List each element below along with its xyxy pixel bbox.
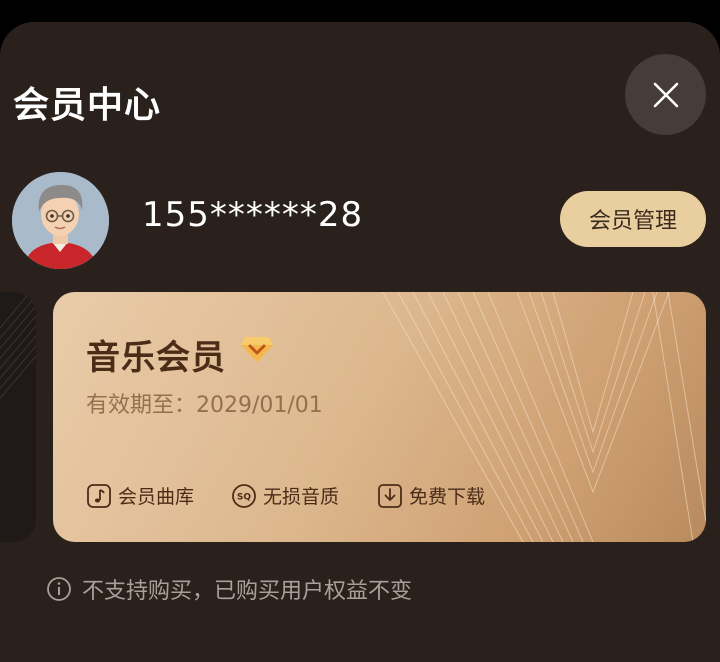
avatar[interactable] [12, 172, 109, 269]
perk-lossless-quality[interactable]: SQ 无损音质 [231, 482, 339, 509]
perk-label: 免费下载 [409, 486, 486, 508]
close-button[interactable] [625, 54, 706, 135]
close-icon [653, 82, 678, 107]
vip-diamond-icon [241, 337, 273, 362]
page-title: 会员中心 [13, 85, 162, 126]
validity-date: 有效期至：2029/01/01 [86, 393, 323, 418]
member-center-sheet: 会员中心 155******28 会员管理 音乐会员 有效期至：2029/01/… [0, 22, 720, 662]
perk-member-library[interactable]: 会员曲库 [86, 482, 194, 509]
svg-text:SQ: SQ [237, 492, 251, 502]
perk-free-download[interactable]: 免费下载 [377, 482, 485, 509]
previous-card-peek[interactable] [0, 292, 36, 542]
download-icon [378, 483, 402, 508]
username: 155******28 [142, 195, 364, 235]
sq-icon: SQ [232, 483, 256, 508]
perk-label: 无损音质 [263, 486, 340, 508]
perk-label: 会员曲库 [118, 486, 195, 508]
purchase-notice: 不支持购买，已购买用户权益不变 [46, 573, 412, 605]
member-manage-button[interactable]: 会员管理 [560, 191, 706, 247]
music-note-icon [87, 483, 111, 508]
info-icon [47, 577, 71, 601]
membership-card[interactable]: 音乐会员 有效期至：2029/01/01 会员曲库 SQ 无损音质 免费下载 [53, 292, 706, 542]
membership-name: 音乐会员 [86, 338, 226, 378]
notice-text: 不支持购买，已购买用户权益不变 [82, 579, 413, 604]
